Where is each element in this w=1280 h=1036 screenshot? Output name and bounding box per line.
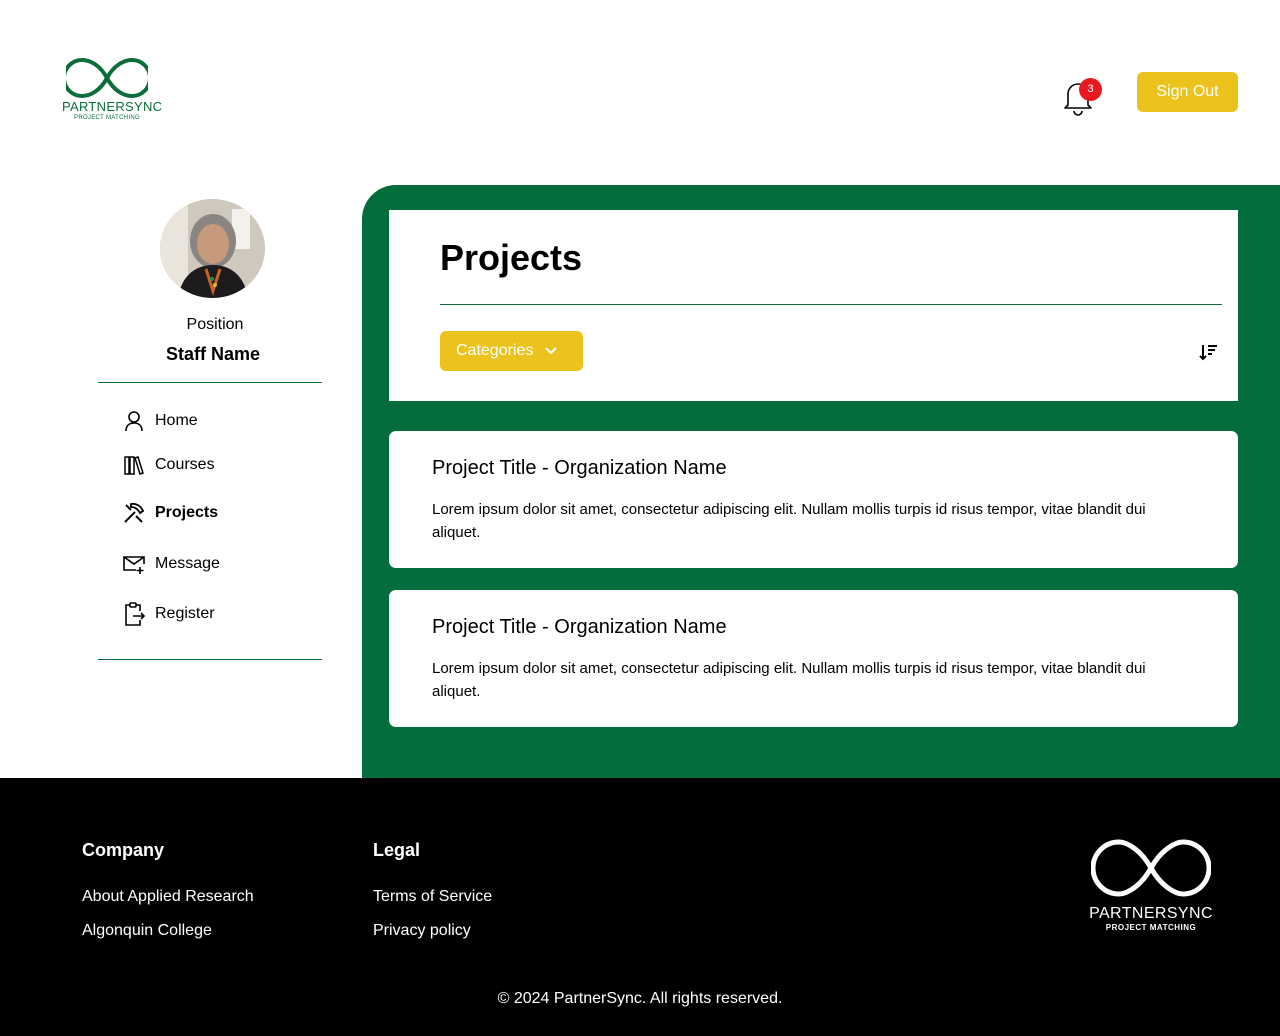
chevron-down-icon (545, 342, 558, 360)
footer-legal-heading: Legal (373, 840, 421, 860)
project-title: Project Title - Organization Name (432, 457, 727, 479)
page-title: Projects (440, 237, 583, 278)
sidebar-divider-top (98, 382, 322, 383)
sidebar-item-label: Register (155, 605, 215, 622)
logo-brand-text: PARTNERSYNC (62, 99, 163, 114)
footer-logo-subtitle: PROJECT MATCHING (1105, 923, 1197, 932)
sidebar-item-courses[interactable]: Courses (122, 451, 322, 479)
sign-out-button[interactable]: Sign Out (1137, 72, 1238, 112)
footer-logo[interactable]: PARTNERSYNC PROJECT MATCHING (1084, 838, 1218, 932)
project-description: Lorem ipsum dolor sit amet, consectetur … (432, 501, 1146, 541)
avatar (160, 199, 265, 298)
sidebar-item-label: Message (155, 555, 220, 572)
sidebar-item-label: Courses (155, 456, 215, 473)
title-divider (440, 304, 1222, 305)
clipboard-export-icon (122, 602, 146, 626)
tools-icon (122, 501, 146, 525)
footer: Company About Applied Research Algonquin… (0, 778, 1280, 1036)
books-icon (122, 453, 146, 477)
categories-label: Categories (456, 342, 534, 359)
footer-link-algonquin[interactable]: Algonquin College (82, 922, 212, 940)
infinity-logo-icon (66, 57, 148, 99)
notification-count-badge: 3 (1079, 78, 1102, 101)
footer-link-terms[interactable]: Terms of Service (373, 888, 492, 906)
sort-descending-icon[interactable] (1198, 342, 1220, 364)
footer-logo-brand-text: PARTNERSYNC (1089, 905, 1213, 922)
sidebar-divider-bottom (98, 659, 322, 660)
sidebar-item-label: Home (155, 412, 198, 429)
infinity-logo-icon (1090, 839, 1212, 897)
staff-name: Staff Name (165, 344, 261, 364)
footer-company-heading: Company (82, 840, 165, 860)
footer-link-privacy[interactable]: Privacy policy (373, 922, 471, 940)
logo-subtitle: PROJECT MATCHING (74, 115, 140, 121)
sidebar-item-label: Projects (155, 504, 219, 521)
project-card[interactable]: Project Title - Organization Name Lorem … (389, 431, 1238, 568)
categories-dropdown[interactable]: Categories (440, 331, 583, 371)
brand-logo[interactable]: PARTNERSYNC PROJECT MATCHING (62, 57, 163, 123)
sidebar-item-message[interactable]: Message (122, 550, 322, 578)
copyright-text: © 2024 PartnerSync. All rights reserved. (497, 990, 783, 1007)
sidebar-item-home[interactable]: Home (122, 407, 322, 435)
user-icon (122, 409, 146, 433)
staff-position: Position (186, 316, 244, 333)
project-title: Project Title - Organization Name (432, 616, 727, 638)
project-card[interactable]: Project Title - Organization Name Lorem … (389, 590, 1238, 727)
sidebar-item-projects[interactable]: Projects (122, 499, 322, 527)
project-description: Lorem ipsum dolor sit amet, consectetur … (432, 660, 1146, 700)
mail-add-icon (122, 552, 146, 576)
footer-link-about[interactable]: About Applied Research (82, 888, 254, 906)
sidebar-item-register[interactable]: Register (122, 600, 322, 628)
